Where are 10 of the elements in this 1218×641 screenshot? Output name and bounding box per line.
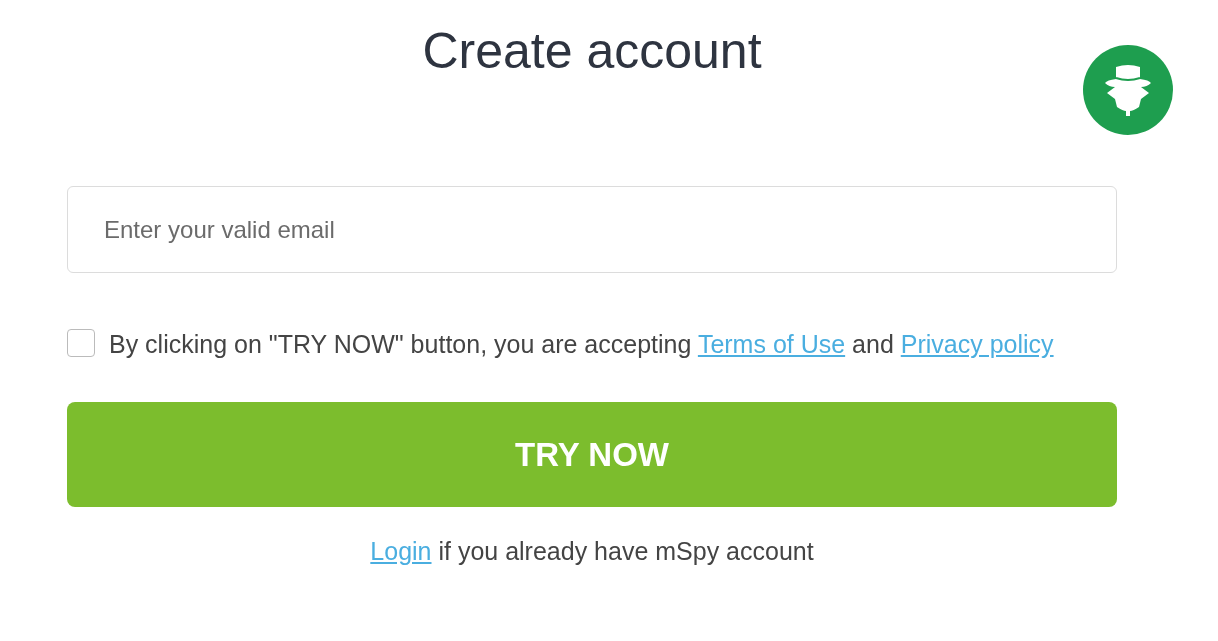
text-link[interactable]: Login bbox=[370, 537, 432, 565]
consent-checkbox[interactable] bbox=[67, 329, 95, 357]
text-link[interactable]: Privacy policy bbox=[900, 330, 1054, 358]
page-title: Create account bbox=[421, 22, 763, 81]
text-link[interactable]: Terms of Use bbox=[697, 330, 846, 358]
login-prompt: Login if you already have mSpy account bbox=[369, 537, 815, 566]
email-field[interactable]: Enter your valid email bbox=[67, 186, 1117, 273]
consent-text: By clicking on "TRY NOW" button, you are accepting Terms of Use and Privacy policy bbox=[109, 329, 1054, 360]
spy-logo-icon bbox=[1083, 45, 1173, 135]
try-now-button[interactable]: TRY NOW bbox=[67, 402, 1117, 507]
